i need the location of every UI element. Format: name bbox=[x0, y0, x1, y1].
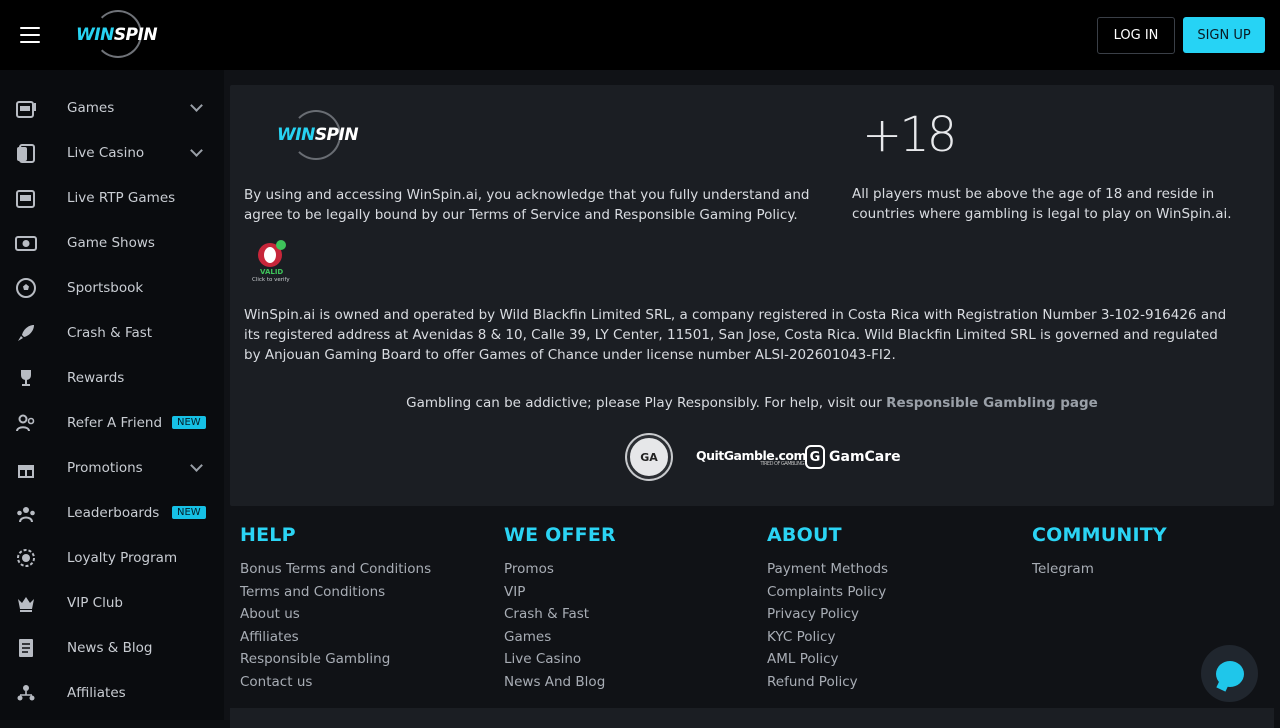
slot-machine-icon bbox=[14, 186, 38, 210]
sidebar-item-leaderboards[interactable]: Leaderboards NEW bbox=[0, 490, 224, 535]
sidebar-item-label: Crash & Fast bbox=[67, 324, 153, 341]
footer-link[interactable]: Crash & Fast bbox=[504, 603, 616, 626]
sidebar-item-label: Promotions bbox=[67, 459, 143, 476]
footer-link[interactable]: Live Casino bbox=[504, 648, 616, 671]
footer-offer-column: WE OFFER Promos VIP Crash & Fast Games L… bbox=[504, 524, 616, 694]
signup-button[interactable]: SIGN UP bbox=[1183, 17, 1265, 53]
quitgamble-logo[interactable]: QuitGamble.com TIRED OF GAMBLING? bbox=[696, 448, 807, 467]
age-restriction-badge: +18 bbox=[862, 107, 957, 163]
gamcare-logo[interactable]: G GamCare bbox=[805, 445, 901, 469]
footer-link[interactable]: Privacy Policy bbox=[767, 603, 888, 626]
sidebar-item-label: VIP Club bbox=[67, 594, 123, 611]
main-content: WINSPIN +18 By using and accessing WinSp… bbox=[224, 70, 1280, 728]
footer-link[interactable]: Responsible Gambling bbox=[240, 648, 431, 671]
footer-column-title: ABOUT bbox=[767, 524, 842, 546]
footer-link[interactable]: Payment Methods bbox=[767, 558, 888, 581]
trophy-icon bbox=[14, 366, 38, 390]
footer-logo: WINSPIN bbox=[277, 107, 359, 163]
footer-column-title: COMMUNITY bbox=[1032, 524, 1167, 546]
site-logo[interactable]: WINSPIN bbox=[76, 10, 158, 60]
loyalty-icon bbox=[14, 546, 38, 570]
sidebar-item-refer-a-friend[interactable]: Refer A Friend NEW bbox=[0, 400, 224, 445]
crown-icon bbox=[14, 591, 38, 615]
sidebar-item-label: Rewards bbox=[67, 369, 125, 386]
responsible-gambling-link[interactable]: Responsible Gambling page bbox=[886, 395, 1098, 411]
gift-icon bbox=[14, 456, 38, 480]
partner-logos: GA QuitGamble.com TIRED OF GAMBLING? G Gam… bbox=[627, 435, 901, 481]
sidebar-item-label: Leaderboards bbox=[67, 504, 160, 521]
chat-button[interactable] bbox=[1201, 645, 1258, 702]
footer-link[interactable]: Complaints Policy bbox=[767, 581, 888, 604]
sidebar-item-sportsbook[interactable]: Sportsbook bbox=[0, 265, 224, 310]
footer-community-column: COMMUNITY Telegram bbox=[1032, 524, 1167, 581]
chat-bubble-icon bbox=[1215, 660, 1244, 687]
leaderboard-icon bbox=[14, 501, 38, 525]
age-notice: All players must be above the age of 18 … bbox=[852, 186, 1232, 222]
cards-icon bbox=[14, 141, 38, 165]
slot-machine-icon bbox=[14, 96, 38, 120]
chevron-down-icon bbox=[190, 458, 203, 472]
chevron-down-icon bbox=[190, 143, 203, 157]
sidebar-item-label: Live RTP Games bbox=[67, 189, 176, 206]
info-card: WINSPIN +18 By using and accessing WinSp… bbox=[230, 85, 1274, 506]
footer-link[interactable]: VIP bbox=[504, 581, 616, 604]
new-badge: NEW bbox=[172, 506, 206, 519]
chevron-down-icon bbox=[190, 98, 203, 112]
license-text: WinSpin.ai is owned and operated by Wild… bbox=[244, 307, 1227, 363]
sidebar-item-affiliates[interactable]: Affiliates bbox=[0, 670, 224, 715]
sidebar-item-label: Affiliates bbox=[67, 684, 126, 701]
rocket-icon bbox=[14, 321, 38, 345]
footer-column-title: HELP bbox=[240, 524, 296, 546]
tv-icon bbox=[14, 231, 38, 255]
document-icon bbox=[14, 636, 38, 660]
footer-link[interactable]: Promos bbox=[504, 558, 616, 581]
footer-column-title: WE OFFER bbox=[504, 524, 616, 546]
sidebar-item-vip-club[interactable]: VIP Club bbox=[0, 580, 224, 625]
sidebar: Games Live Casino Live RTP Games Game Sh… bbox=[0, 70, 224, 720]
top-bar: WINSPIN LOG IN SIGN UP bbox=[0, 0, 1280, 70]
footer-link[interactable]: KYC Policy bbox=[767, 626, 888, 649]
sidebar-item-label: Sportsbook bbox=[67, 279, 144, 296]
sidebar-item-label: Live Casino bbox=[67, 144, 145, 161]
sidebar-item-label: Games bbox=[67, 99, 115, 116]
terms-notice: By using and accessing WinSpin.ai, you a… bbox=[244, 187, 810, 223]
sidebar-item-game-shows[interactable]: Game Shows bbox=[0, 220, 224, 265]
footer-help-column: HELP Bonus Terms and Conditions Terms an… bbox=[240, 524, 431, 694]
footer-link[interactable]: About us bbox=[240, 603, 431, 626]
sidebar-item-crash-fast[interactable]: Crash & Fast bbox=[0, 310, 224, 355]
users-icon bbox=[14, 411, 38, 435]
menu-icon[interactable] bbox=[20, 27, 40, 43]
login-button[interactable]: LOG IN bbox=[1097, 17, 1175, 54]
footer-about-column: ABOUT Payment Methods Complaints Policy … bbox=[767, 524, 888, 694]
sidebar-item-promotions[interactable]: Promotions bbox=[0, 445, 224, 490]
license-seal[interactable]: VALID Click to verify bbox=[248, 240, 292, 288]
responsible-gambling-notice: Gambling can be addictive; please Play R… bbox=[406, 395, 1098, 411]
sidebar-item-live-rtp-games[interactable]: Live RTP Games bbox=[0, 175, 224, 220]
sidebar-item-label: Loyalty Program bbox=[67, 549, 178, 566]
sidebar-item-label: Game Shows bbox=[67, 234, 155, 251]
new-badge: NEW bbox=[172, 416, 206, 429]
sidebar-item-live-casino[interactable]: Live Casino bbox=[0, 130, 224, 175]
gca-logo[interactable]: GA bbox=[627, 435, 671, 479]
network-icon bbox=[14, 681, 38, 705]
footer-link[interactable]: Affiliates bbox=[240, 626, 431, 649]
sidebar-item-label: News & Blog bbox=[67, 639, 153, 656]
footer-link[interactable]: Games bbox=[504, 626, 616, 649]
sidebar-item-loyalty-program[interactable]: Loyalty Program bbox=[0, 535, 224, 580]
footer-link[interactable]: AML Policy bbox=[767, 648, 888, 671]
sidebar-item-rewards[interactable]: Rewards bbox=[0, 355, 224, 400]
sidebar-item-label: Refer A Friend bbox=[67, 414, 163, 431]
soccer-ball-icon bbox=[14, 276, 38, 300]
footer-link[interactable]: Refund Policy bbox=[767, 671, 888, 694]
sidebar-item-news-blog[interactable]: News & Blog bbox=[0, 625, 224, 670]
footer-link[interactable]: Terms and Conditions bbox=[240, 581, 431, 604]
footer-link[interactable]: News And Blog bbox=[504, 671, 616, 694]
footer-bottom-strip bbox=[230, 708, 1274, 728]
footer-link[interactable]: Contact us bbox=[240, 671, 431, 694]
footer-link[interactable]: Telegram bbox=[1032, 558, 1167, 581]
sidebar-item-games[interactable]: Games bbox=[0, 85, 224, 130]
footer-link[interactable]: Bonus Terms and Conditions bbox=[240, 558, 431, 581]
